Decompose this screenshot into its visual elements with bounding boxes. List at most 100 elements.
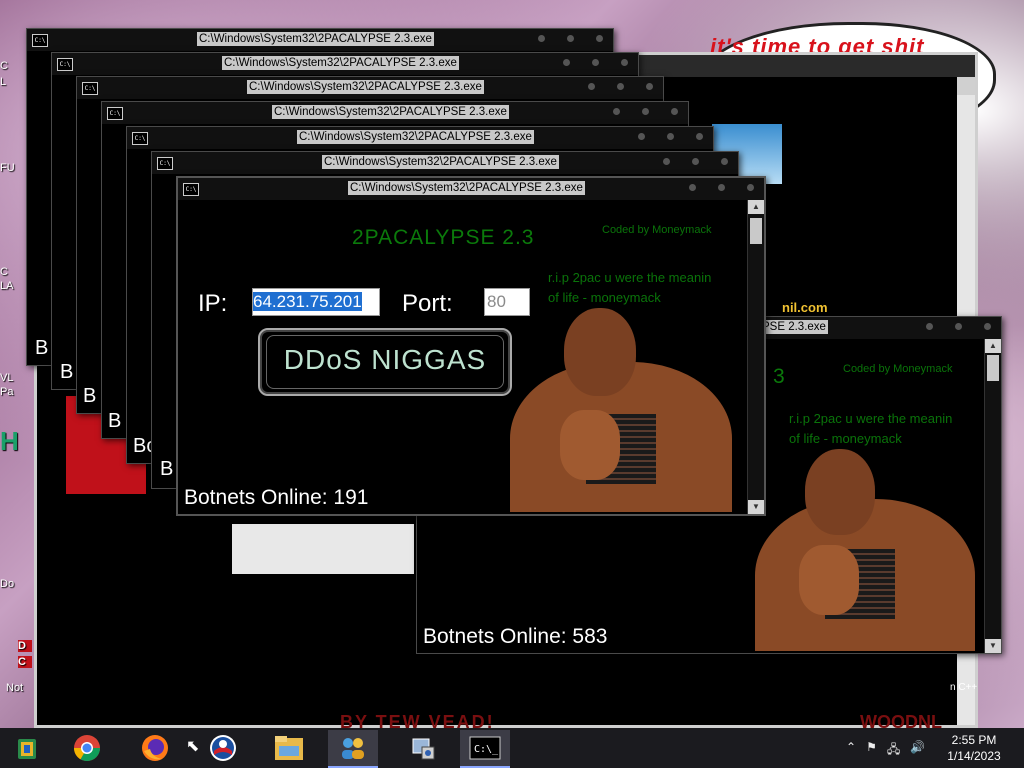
close-button[interactable]: [747, 184, 754, 191]
rip-line-1: r.i.p 2pac u were the meanin: [789, 411, 953, 426]
clock-date: 1/14/2023: [947, 749, 1001, 763]
cmd-icon: C:\: [107, 107, 123, 120]
maximize-button[interactable]: [955, 323, 962, 330]
scroll-thumb[interactable]: [750, 218, 762, 244]
cmd-icon[interactable]: C:\_: [460, 730, 510, 768]
title-bar[interactable]: C:\ C:\Windows\System32\2PACALYPSE 2.3.e…: [27, 29, 613, 51]
scroll-up-button[interactable]: ▲: [985, 339, 1001, 353]
desktop-icon-label[interactable]: H: [0, 426, 30, 457]
clock[interactable]: 2:55 PM 1/14/2023: [934, 732, 1014, 764]
close-button[interactable]: [596, 35, 603, 42]
desktop-icon-label[interactable]: Pa: [0, 386, 30, 398]
bottom-banner: BY TEW VEAD!: [340, 712, 495, 728]
botnets-online-count: Botnets Online: 191: [184, 486, 369, 509]
recycle-icon[interactable]: [2, 730, 52, 766]
port-label: Port:: [402, 290, 453, 317]
system-tray: ⌃ ⚑ 🖧 🔊: [846, 740, 925, 761]
window-controls[interactable]: [663, 158, 728, 165]
window-controls[interactable]: [638, 133, 703, 140]
window-controls[interactable]: [926, 323, 991, 330]
file-explorer-icon[interactable]: [264, 730, 314, 766]
ip-label: IP:: [198, 290, 228, 317]
close-button[interactable]: [621, 59, 628, 66]
maximize-button[interactable]: [592, 59, 599, 66]
maximize-button[interactable]: [617, 83, 624, 90]
minimize-button[interactable]: [663, 158, 670, 165]
window-controls[interactable]: [613, 108, 678, 115]
close-button[interactable]: [646, 83, 653, 90]
window-title: C:\Windows\System32\2PACALYPSE 2.3.exe: [297, 130, 534, 144]
app-title: 2PACALYPSE 2.3: [352, 226, 535, 249]
clock-time: 2:55 PM: [951, 733, 997, 747]
obama-icon[interactable]: [198, 730, 248, 766]
scroll-thumb[interactable]: [987, 355, 999, 381]
ip-input[interactable]: 64.231.75.201: [252, 288, 380, 316]
window-title: PSE 2.3.exe: [760, 320, 828, 334]
desktop-icon-label[interactable]: Not: [6, 682, 36, 694]
firefox-icon[interactable]: [130, 730, 180, 766]
app-window-main[interactable]: C:\ C:\Windows\System32\2PACALYPSE 2.3.e…: [176, 176, 766, 516]
taskbar: ⬉ C:\_ ⌃ ⚑ 🖧 🔊 2:55 PM 1/14/2023: [0, 728, 1024, 768]
volume-icon[interactable]: 🔊: [910, 740, 925, 761]
title-bar[interactable]: C:\ C:\Windows\System32\2PACALYPSE 2.3.e…: [77, 77, 663, 99]
maximize-button[interactable]: [642, 108, 649, 115]
scroll-down-button[interactable]: ▼: [985, 639, 1001, 653]
ip-input-value: 64.231.75.201: [253, 292, 362, 311]
minimize-button[interactable]: [563, 59, 570, 66]
close-button[interactable]: [984, 323, 991, 330]
chevron-up-icon[interactable]: ⌃: [846, 740, 856, 761]
botnets-label-fragment: B: [83, 385, 97, 407]
title-bar[interactable]: C:\ C:\Windows\System32\2PACALYPSE 2.3.e…: [102, 102, 688, 124]
window-controls[interactable]: [563, 59, 628, 66]
scroll-up-button[interactable]: ▲: [748, 200, 764, 214]
setup-icon[interactable]: [398, 730, 448, 766]
close-button[interactable]: [671, 108, 678, 115]
cmd-icon: C:\: [82, 82, 98, 95]
desktop-icon-label[interactable]: C: [18, 656, 32, 668]
tray-note: n C++: [950, 682, 978, 693]
window-controls[interactable]: [588, 83, 653, 90]
title-bar[interactable]: C:\ C:\Windows\System32\2PACALYPSE 2.3.e…: [178, 178, 764, 200]
people-icon[interactable]: [328, 730, 378, 768]
svg-text:C:\_: C:\_: [474, 744, 499, 755]
window-title: C:\Windows\System32\2PACALYPSE 2.3.exe: [247, 80, 484, 94]
title-bar[interactable]: C:\ C:\Windows\System32\2PACALYPSE 2.3.e…: [52, 53, 638, 75]
chrome-icon[interactable]: [62, 730, 112, 766]
ddos-button[interactable]: DDoS NIGGAS: [258, 328, 512, 396]
cmd-icon: C:\: [157, 157, 173, 170]
scroll-down-button[interactable]: ▼: [748, 500, 764, 514]
minimize-button[interactable]: [538, 35, 545, 42]
desktop-icon-label[interactable]: D: [18, 640, 32, 652]
close-button[interactable]: [696, 133, 703, 140]
botnets-label-fragment: B: [60, 361, 74, 383]
window-controls[interactable]: [538, 35, 603, 42]
botnets-label-fragment: B: [35, 337, 49, 359]
desktop-icon-label[interactable]: VL: [0, 372, 30, 384]
window-title: C:\Windows\System32\2PACALYPSE 2.3.exe: [222, 56, 459, 70]
window-controls[interactable]: [689, 184, 754, 191]
vertical-scrollbar[interactable]: ▲ ▼: [984, 339, 1001, 653]
tupac-image: [492, 290, 744, 512]
minimize-button[interactable]: [926, 323, 933, 330]
maximize-button[interactable]: [692, 158, 699, 165]
vertical-scrollbar[interactable]: ▲ ▼: [747, 200, 764, 514]
window-title: C:\Windows\System32\2PACALYPSE 2.3.exe: [272, 105, 509, 119]
maximize-button[interactable]: [567, 35, 574, 42]
maximize-button[interactable]: [667, 133, 674, 140]
email-fragment: nil.com: [782, 300, 828, 315]
cmd-icon: C:\: [183, 183, 199, 196]
minimize-button[interactable]: [588, 83, 595, 90]
title-bar[interactable]: C:\ C:\Windows\System32\2PACALYPSE 2.3.e…: [152, 152, 738, 174]
window-title: C:\Windows\System32\2PACALYPSE 2.3.exe: [197, 32, 434, 46]
network-icon[interactable]: 🖧: [887, 740, 900, 761]
minimize-button[interactable]: [613, 108, 620, 115]
flag-icon[interactable]: ⚑: [866, 740, 877, 761]
close-button[interactable]: [721, 158, 728, 165]
desktop-icon-label[interactable]: Do: [0, 578, 30, 590]
maximize-button[interactable]: [718, 184, 725, 191]
title-bar[interactable]: C:\ C:\Windows\System32\2PACALYPSE 2.3.e…: [127, 127, 713, 149]
cmd-icon: C:\: [132, 132, 148, 145]
window-title: C:\Windows\System32\2PACALYPSE 2.3.exe: [322, 155, 559, 169]
minimize-button[interactable]: [638, 133, 645, 140]
minimize-button[interactable]: [689, 184, 696, 191]
